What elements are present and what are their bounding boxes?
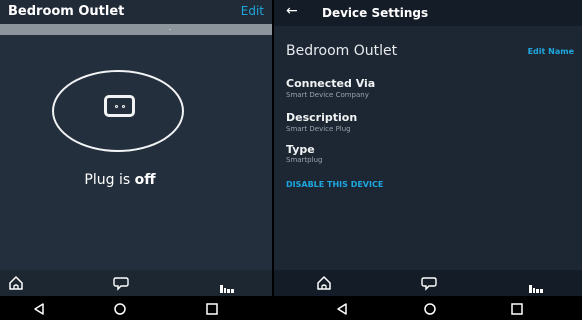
type-label: Type [286, 143, 315, 156]
bottom-nav [0, 270, 272, 296]
chat-icon[interactable] [421, 275, 437, 295]
disable-device-link[interactable]: DISABLE THIS DEVICE [286, 180, 383, 189]
home-circle-icon[interactable] [113, 301, 127, 320]
connected-via-label: Connected Via [286, 77, 376, 90]
device-panel: Bedroom Outlet Edit Plug is off [0, 0, 272, 296]
back-arrow-icon[interactable]: ← [286, 3, 298, 19]
settings-title: Device Settings [322, 6, 429, 20]
plug-status: Plug is off [0, 172, 240, 188]
bottom-nav [274, 270, 582, 296]
edit-button[interactable]: Edit [241, 4, 264, 18]
settings-panel: ← Device Settings Bedroom Outlet Edit Na… [274, 0, 582, 296]
plug-icon[interactable] [104, 95, 135, 117]
loading-bar [0, 24, 272, 35]
top-bar: Bedroom Outlet Edit [0, 0, 272, 24]
settings-header: ← Device Settings [274, 0, 582, 26]
status-prefix: Plug is [84, 172, 135, 188]
devices-icon[interactable] [529, 278, 543, 296]
home-icon[interactable] [8, 275, 24, 295]
type-value: Smartplug [286, 156, 323, 164]
edit-name-link[interactable]: Edit Name [528, 47, 574, 56]
back-triangle-icon[interactable] [335, 301, 349, 320]
page-title: Bedroom Outlet [8, 4, 125, 19]
description-value: Smart Device Plug [286, 125, 351, 133]
home-circle-icon[interactable] [423, 301, 437, 320]
connected-via-value: Smart Device Company [286, 91, 369, 99]
device-name: Bedroom Outlet [286, 43, 398, 59]
devices-icon[interactable] [220, 278, 234, 296]
back-triangle-icon[interactable] [32, 301, 46, 320]
system-nav-bar [0, 296, 582, 320]
chat-icon[interactable] [113, 275, 129, 295]
recents-square-icon[interactable] [510, 301, 524, 320]
home-icon[interactable] [316, 275, 332, 295]
status-state: off [134, 172, 156, 188]
description-label: Description [286, 111, 358, 124]
recents-square-icon[interactable] [205, 301, 219, 320]
